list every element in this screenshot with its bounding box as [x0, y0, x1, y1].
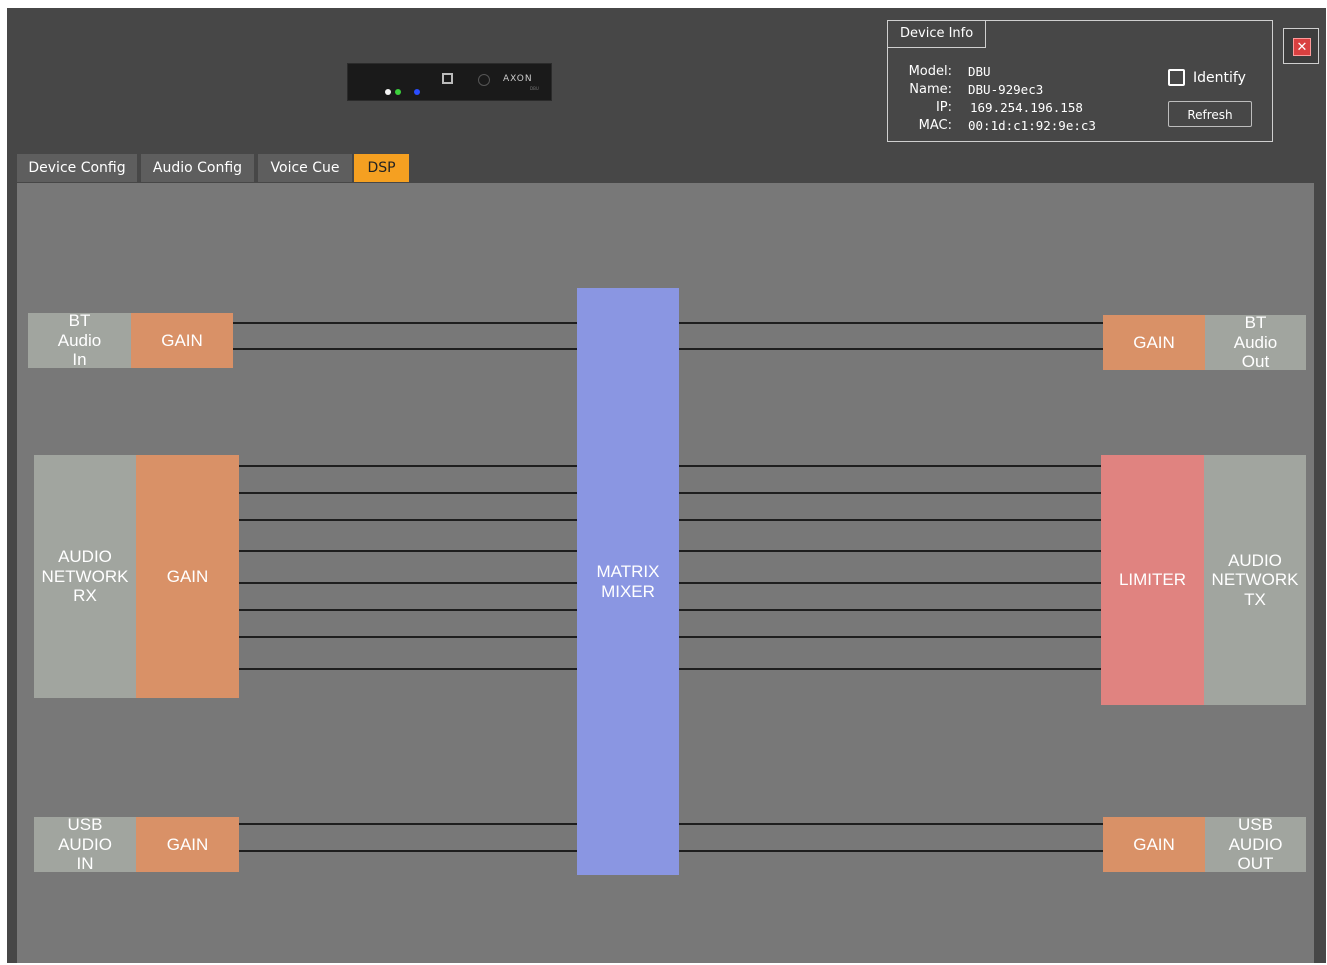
ip-label: IP: [935, 100, 952, 115]
wire [679, 322, 1103, 324]
device-info-panel: Device Info Model: DBU Name: DBU-929ec3 … [887, 20, 1273, 142]
dsp-canvas: BT Audio In GAIN AUDIO NETWORK RX GAIN U… [17, 183, 1314, 963]
bt-in-gain-block[interactable]: GAIN [131, 313, 233, 368]
audio-network-rx-block[interactable]: AUDIO NETWORK RX [34, 455, 136, 698]
wire [239, 636, 577, 638]
mac-value: 00:1d:c1:92:9e:c3 [968, 118, 1096, 133]
identify-label: Identify [1193, 69, 1246, 86]
ip-value: 169.254.196.158 [970, 100, 1083, 115]
device-brand: AXON [503, 74, 533, 84]
identify-checkbox[interactable]: Identify [1168, 69, 1246, 86]
bt-audio-out-block[interactable]: BT Audio Out [1205, 313, 1306, 371]
close-button[interactable]: ✕ [1283, 28, 1319, 64]
refresh-button[interactable]: Refresh [1168, 101, 1252, 127]
wire [679, 582, 1101, 584]
wire [679, 492, 1101, 494]
usb-in-gain-block[interactable]: GAIN [136, 817, 239, 872]
wire [239, 582, 577, 584]
device-info-title: Device Info [888, 21, 987, 48]
wire [679, 609, 1101, 611]
wire [239, 609, 577, 611]
wire [679, 519, 1101, 521]
wire [679, 636, 1101, 638]
limiter-block[interactable]: LIMITER [1101, 455, 1204, 705]
model-label: Model: [908, 64, 952, 79]
name-label: Name: [909, 82, 952, 97]
wire [239, 823, 577, 825]
name-value: DBU-929ec3 [968, 82, 1044, 97]
wire [239, 492, 577, 494]
wire [239, 850, 577, 852]
bt-out-gain-block[interactable]: GAIN [1103, 315, 1205, 370]
knob-icon [478, 74, 490, 86]
wire [679, 348, 1103, 350]
usb-port-icon [442, 73, 453, 84]
wire [239, 668, 577, 670]
wire [679, 668, 1101, 670]
device-model-small: DBU [530, 86, 539, 91]
matrix-mixer-block[interactable]: MATRIX MIXER [577, 288, 679, 875]
wire [233, 348, 577, 350]
tab-device-config[interactable]: Device Config [17, 154, 137, 182]
wire [239, 465, 577, 467]
wire [679, 850, 1103, 852]
bluetooth-led-icon [414, 89, 420, 95]
model-value: DBU [968, 64, 991, 79]
checkbox-icon[interactable] [1168, 69, 1185, 86]
wire [239, 550, 577, 552]
usb-audio-out-block[interactable]: USB AUDIO OUT [1205, 815, 1306, 873]
app-window: AXON DBU Device Info Model: DBU Name: DB… [7, 8, 1326, 963]
network-led-icon [395, 89, 401, 95]
wire [239, 519, 577, 521]
close-icon[interactable]: ✕ [1293, 38, 1311, 56]
bt-audio-in-block[interactable]: BT Audio In [28, 311, 131, 369]
device-image: AXON DBU [347, 63, 552, 101]
usb-out-gain-block[interactable]: GAIN [1103, 817, 1205, 872]
wire [679, 823, 1103, 825]
tab-audio-config[interactable]: Audio Config [141, 154, 254, 182]
wire [679, 550, 1101, 552]
wire [233, 322, 577, 324]
tab-dsp[interactable]: DSP [354, 154, 409, 182]
wire [679, 465, 1101, 467]
audio-network-tx-block[interactable]: AUDIO NETWORK TX [1204, 455, 1306, 705]
network-rx-gain-block[interactable]: GAIN [136, 455, 239, 698]
tab-voice-cue[interactable]: Voice Cue [258, 154, 352, 182]
usb-audio-in-block[interactable]: USB AUDIO IN [34, 815, 136, 873]
mac-label: MAC: [918, 118, 952, 133]
power-led-icon [385, 89, 391, 95]
